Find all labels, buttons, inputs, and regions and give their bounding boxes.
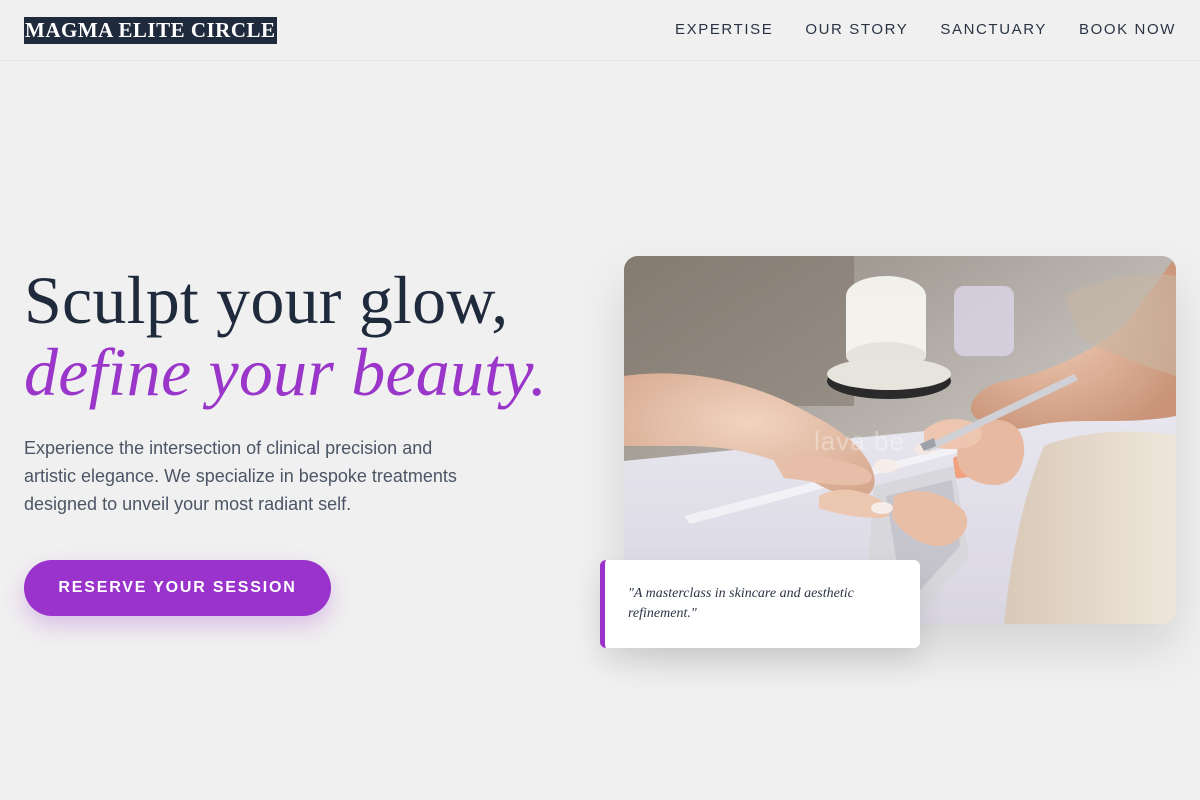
nav-item-expertise: EXPERTISE bbox=[675, 21, 773, 39]
nav-link-book-now[interactable]: BOOK NOW bbox=[1079, 21, 1176, 38]
hero-title-line2: define your beauty. bbox=[24, 334, 548, 410]
hero-title: Sculpt your glow, define your beauty. bbox=[24, 264, 604, 408]
nav-item-sanctuary: SANCTUARY bbox=[940, 21, 1047, 39]
testimonial-card: "A masterclass in skincare and aesthetic… bbox=[600, 560, 920, 648]
site-header: MAGMA ELITE CIRCLE EXPERTISE OUR STORY S… bbox=[0, 0, 1200, 61]
nav-item-book-now: BOOK NOW bbox=[1079, 21, 1176, 39]
nav-link-sanctuary[interactable]: SANCTUARY bbox=[940, 21, 1047, 38]
hero-copy: Sculpt your glow, define your beauty. Ex… bbox=[24, 264, 604, 616]
image-watermark: lava be bbox=[814, 426, 905, 456]
main-nav: EXPERTISE OUR STORY SANCTUARY BOOK NOW bbox=[675, 21, 1176, 39]
nav-item-our-story: OUR STORY bbox=[805, 21, 908, 39]
reserve-session-button[interactable]: RESERVE YOUR SESSION bbox=[24, 560, 331, 616]
hero-title-line1: Sculpt your glow, bbox=[24, 262, 509, 338]
nav-link-our-story[interactable]: OUR STORY bbox=[805, 21, 908, 38]
brand-logo[interactable]: MAGMA ELITE CIRCLE bbox=[24, 16, 277, 44]
testimonial-quote: "A masterclass in skincare and aesthetic… bbox=[628, 586, 854, 621]
hero-subtitle: Experience the intersection of clinical … bbox=[24, 438, 457, 514]
nav-link-expertise[interactable]: EXPERTISE bbox=[675, 21, 773, 38]
